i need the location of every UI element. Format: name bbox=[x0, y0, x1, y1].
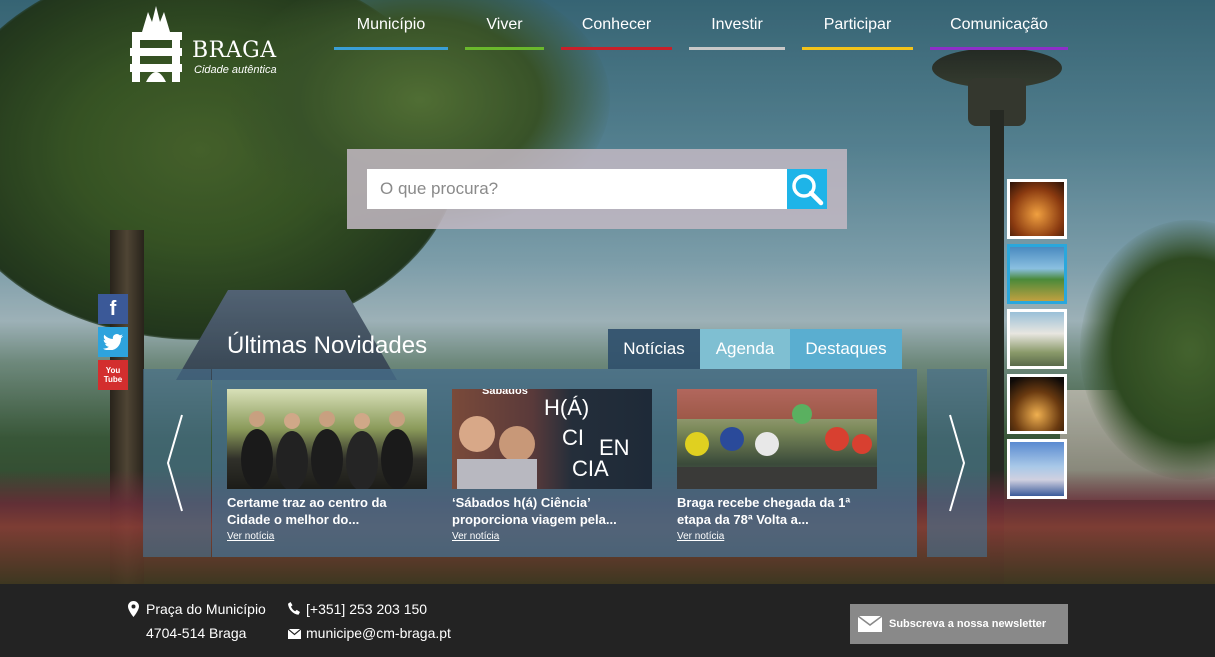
email-link[interactable]: municipe@cm-braga.pt bbox=[306, 625, 451, 641]
news-card[interactable]: Certame traz ao centro da Cidade o melho… bbox=[227, 389, 427, 542]
search-box bbox=[347, 149, 847, 229]
thumbnail[interactable] bbox=[1007, 309, 1067, 369]
twitter-icon[interactable] bbox=[98, 327, 128, 357]
search-input[interactable] bbox=[367, 169, 787, 209]
news-headline[interactable]: Certame traz ao centro da Cidade o melho… bbox=[227, 494, 427, 528]
nav-underline bbox=[334, 47, 448, 50]
tab-destaques[interactable]: Destaques bbox=[790, 329, 902, 369]
thumbnail[interactable] bbox=[1007, 374, 1067, 434]
nav-item-viver[interactable]: Viver bbox=[465, 0, 544, 50]
facebook-icon[interactable]: f bbox=[98, 294, 128, 324]
news-image[interactable] bbox=[677, 389, 877, 489]
nav-item-comunicacao[interactable]: Comunicação bbox=[930, 0, 1068, 50]
search-button[interactable] bbox=[787, 169, 827, 209]
youtube-icon[interactable]: You Tube bbox=[98, 360, 128, 390]
news-tabs: Notícias Agenda Destaques bbox=[608, 329, 902, 369]
nav-label: Comunicação bbox=[950, 16, 1048, 33]
nav-label: Conhecer bbox=[581, 16, 652, 33]
nav-underline bbox=[689, 47, 785, 50]
nav-underline bbox=[465, 47, 544, 50]
nav-item-conhecer[interactable]: Conhecer bbox=[561, 0, 672, 50]
mail-icon bbox=[288, 629, 301, 639]
brand-name: BRAGA bbox=[192, 38, 277, 63]
phone-number[interactable]: [+351] 253 203 150 bbox=[306, 601, 427, 617]
chevron-left-icon bbox=[166, 414, 183, 512]
image-text: Sábados bbox=[482, 389, 528, 397]
carousel-next-button[interactable] bbox=[927, 369, 987, 557]
read-more-link[interactable]: Ver notícia bbox=[227, 531, 427, 542]
news-headline[interactable]: Braga recebe chegada da 1ª etapa da 78ª … bbox=[677, 494, 877, 528]
nav-label: Viver bbox=[486, 16, 523, 33]
nav-underline bbox=[930, 47, 1068, 50]
nav-label: Município bbox=[356, 16, 426, 33]
nav-underline bbox=[561, 47, 672, 50]
news-section-title: Últimas Novidades bbox=[227, 332, 428, 359]
main-nav: Município Viver Conhecer Investir Partic… bbox=[334, 0, 1068, 50]
thumbnail[interactable] bbox=[1007, 244, 1067, 304]
social-links: f You Tube bbox=[98, 294, 128, 393]
phone-icon bbox=[288, 602, 300, 615]
nav-label: Participar bbox=[823, 16, 892, 33]
nav-item-participar[interactable]: Participar bbox=[802, 0, 913, 50]
braga-emblem-icon bbox=[130, 6, 182, 82]
brand-tagline: Cidade autêntica bbox=[194, 64, 277, 76]
news-card[interactable]: Sábados H(Á) CI EN CIA ‘Sábados h(á) Ciê… bbox=[452, 389, 652, 542]
tab-agenda[interactable]: Agenda bbox=[700, 329, 790, 369]
tab-noticias[interactable]: Notícias bbox=[608, 329, 700, 369]
news-headline[interactable]: ‘Sábados h(á) Ciência’ proporciona viage… bbox=[452, 494, 652, 528]
read-more-link[interactable]: Ver notícia bbox=[677, 531, 877, 542]
carousel-prev-button[interactable] bbox=[143, 369, 211, 557]
image-text: H(Á) bbox=[544, 395, 590, 420]
newsletter-button[interactable]: Subscreva a nossa newsletter bbox=[850, 604, 1068, 644]
image-text: CI bbox=[562, 425, 584, 450]
news-card[interactable]: Braga recebe chegada da 1ª etapa da 78ª … bbox=[677, 389, 877, 542]
background-thumbnails bbox=[1007, 179, 1067, 504]
footer: Praça do Município 4704-514 Braga [+351]… bbox=[0, 584, 1215, 657]
address-line-1: Praça do Município bbox=[146, 601, 266, 617]
image-text: CIA bbox=[572, 456, 609, 481]
nav-item-municipio[interactable]: Município bbox=[334, 0, 448, 50]
site-logo[interactable]: BRAGA Cidade autêntica bbox=[128, 4, 288, 86]
nav-underline bbox=[802, 47, 913, 50]
news-image[interactable] bbox=[227, 389, 427, 489]
chevron-right-icon bbox=[949, 414, 966, 512]
envelope-icon bbox=[858, 616, 882, 632]
nav-label: Investir bbox=[711, 16, 763, 33]
news-image[interactable]: Sábados H(Á) CI EN CIA bbox=[452, 389, 652, 489]
read-more-link[interactable]: Ver notícia bbox=[452, 531, 652, 542]
thumbnail[interactable] bbox=[1007, 439, 1067, 499]
search-icon bbox=[792, 174, 824, 206]
nav-item-investir[interactable]: Investir bbox=[689, 0, 785, 50]
newsletter-label: Subscreva a nossa newsletter bbox=[889, 618, 1047, 630]
thumbnail[interactable] bbox=[1007, 179, 1067, 239]
map-pin-icon bbox=[128, 601, 139, 617]
address-line-2: 4704-514 Braga bbox=[146, 625, 247, 641]
